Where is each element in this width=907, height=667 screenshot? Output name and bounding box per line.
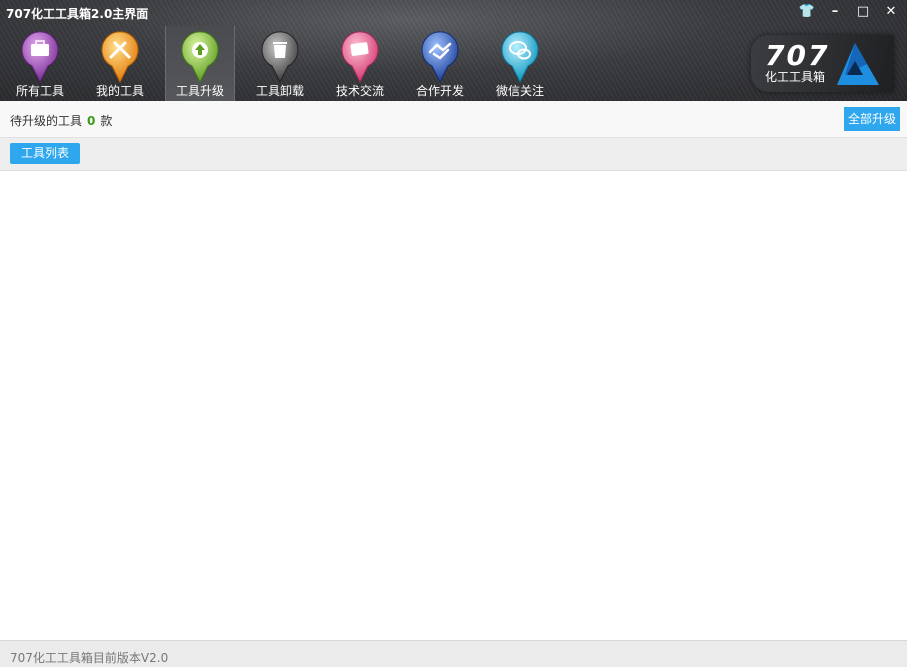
tool-list-area	[0, 171, 907, 640]
nav-item-cooperation[interactable]: 合作开发	[405, 26, 475, 101]
nav-item-label: 工具升级	[175, 84, 224, 98]
tools-icon	[101, 31, 139, 84]
upgrade-all-button[interactable]: 全部升级	[844, 107, 900, 131]
tab-tool-list[interactable]: 工具列表	[10, 143, 80, 164]
briefcase-icon	[21, 31, 59, 84]
nav-item-label: 技术交流	[335, 84, 384, 98]
brand-logo: 707 化工工具箱	[751, 35, 894, 92]
nav-item-wechat-follow[interactable]: 微信关注	[485, 26, 555, 101]
nav-item-all-tools[interactable]: 所有工具	[5, 26, 75, 101]
nav-item-label: 我的工具	[95, 84, 144, 98]
handshake-icon	[421, 31, 459, 84]
window-title: 707化工工具箱2.0主界面	[6, 7, 149, 21]
close-button[interactable]: ✕	[880, 3, 902, 21]
header-bar: 707化工工具箱2.0主界面 👕 – □ ✕ 所有工具 我的工具 工具升级 工具…	[0, 0, 907, 101]
status-footer: 707化工工具箱目前版本V2.0	[0, 640, 907, 667]
nav-item-label: 所有工具	[15, 84, 64, 98]
nav-item-tech-exchange[interactable]: 技术交流	[325, 26, 395, 101]
wechat-icon	[501, 31, 539, 84]
pending-prefix: 待升级的工具	[10, 114, 83, 128]
maximize-button[interactable]: □	[852, 3, 874, 21]
list-tabbar: 工具列表	[0, 138, 907, 171]
nav-item-my-tools[interactable]: 我的工具	[85, 26, 155, 101]
version-text: 707化工工具箱目前版本V2.0	[10, 651, 169, 665]
upgrade-arrow-icon	[181, 31, 219, 84]
nav-item-label: 微信关注	[495, 84, 544, 98]
pending-count-text: 待升级的工具 0 款	[10, 112, 112, 129]
logo-text: 化工工具箱	[765, 70, 826, 84]
nav-item-label: 合作开发	[415, 84, 464, 98]
trash-icon	[261, 31, 299, 84]
upgrade-status-bar: 待升级的工具 0 款 全部升级	[0, 101, 907, 138]
pending-count: 0	[87, 114, 96, 128]
nav-item-tool-upgrade[interactable]: 工具升级	[165, 26, 235, 101]
triangle-logo-icon	[837, 43, 879, 85]
minimize-button[interactable]: –	[824, 3, 846, 21]
nav-item-label: 工具卸载	[255, 84, 304, 98]
pending-suffix: 款	[100, 114, 113, 128]
chat-cards-icon	[341, 31, 379, 84]
nav-item-tool-uninstall[interactable]: 工具卸载	[245, 26, 315, 101]
skin-icon[interactable]: 👕	[796, 3, 818, 21]
